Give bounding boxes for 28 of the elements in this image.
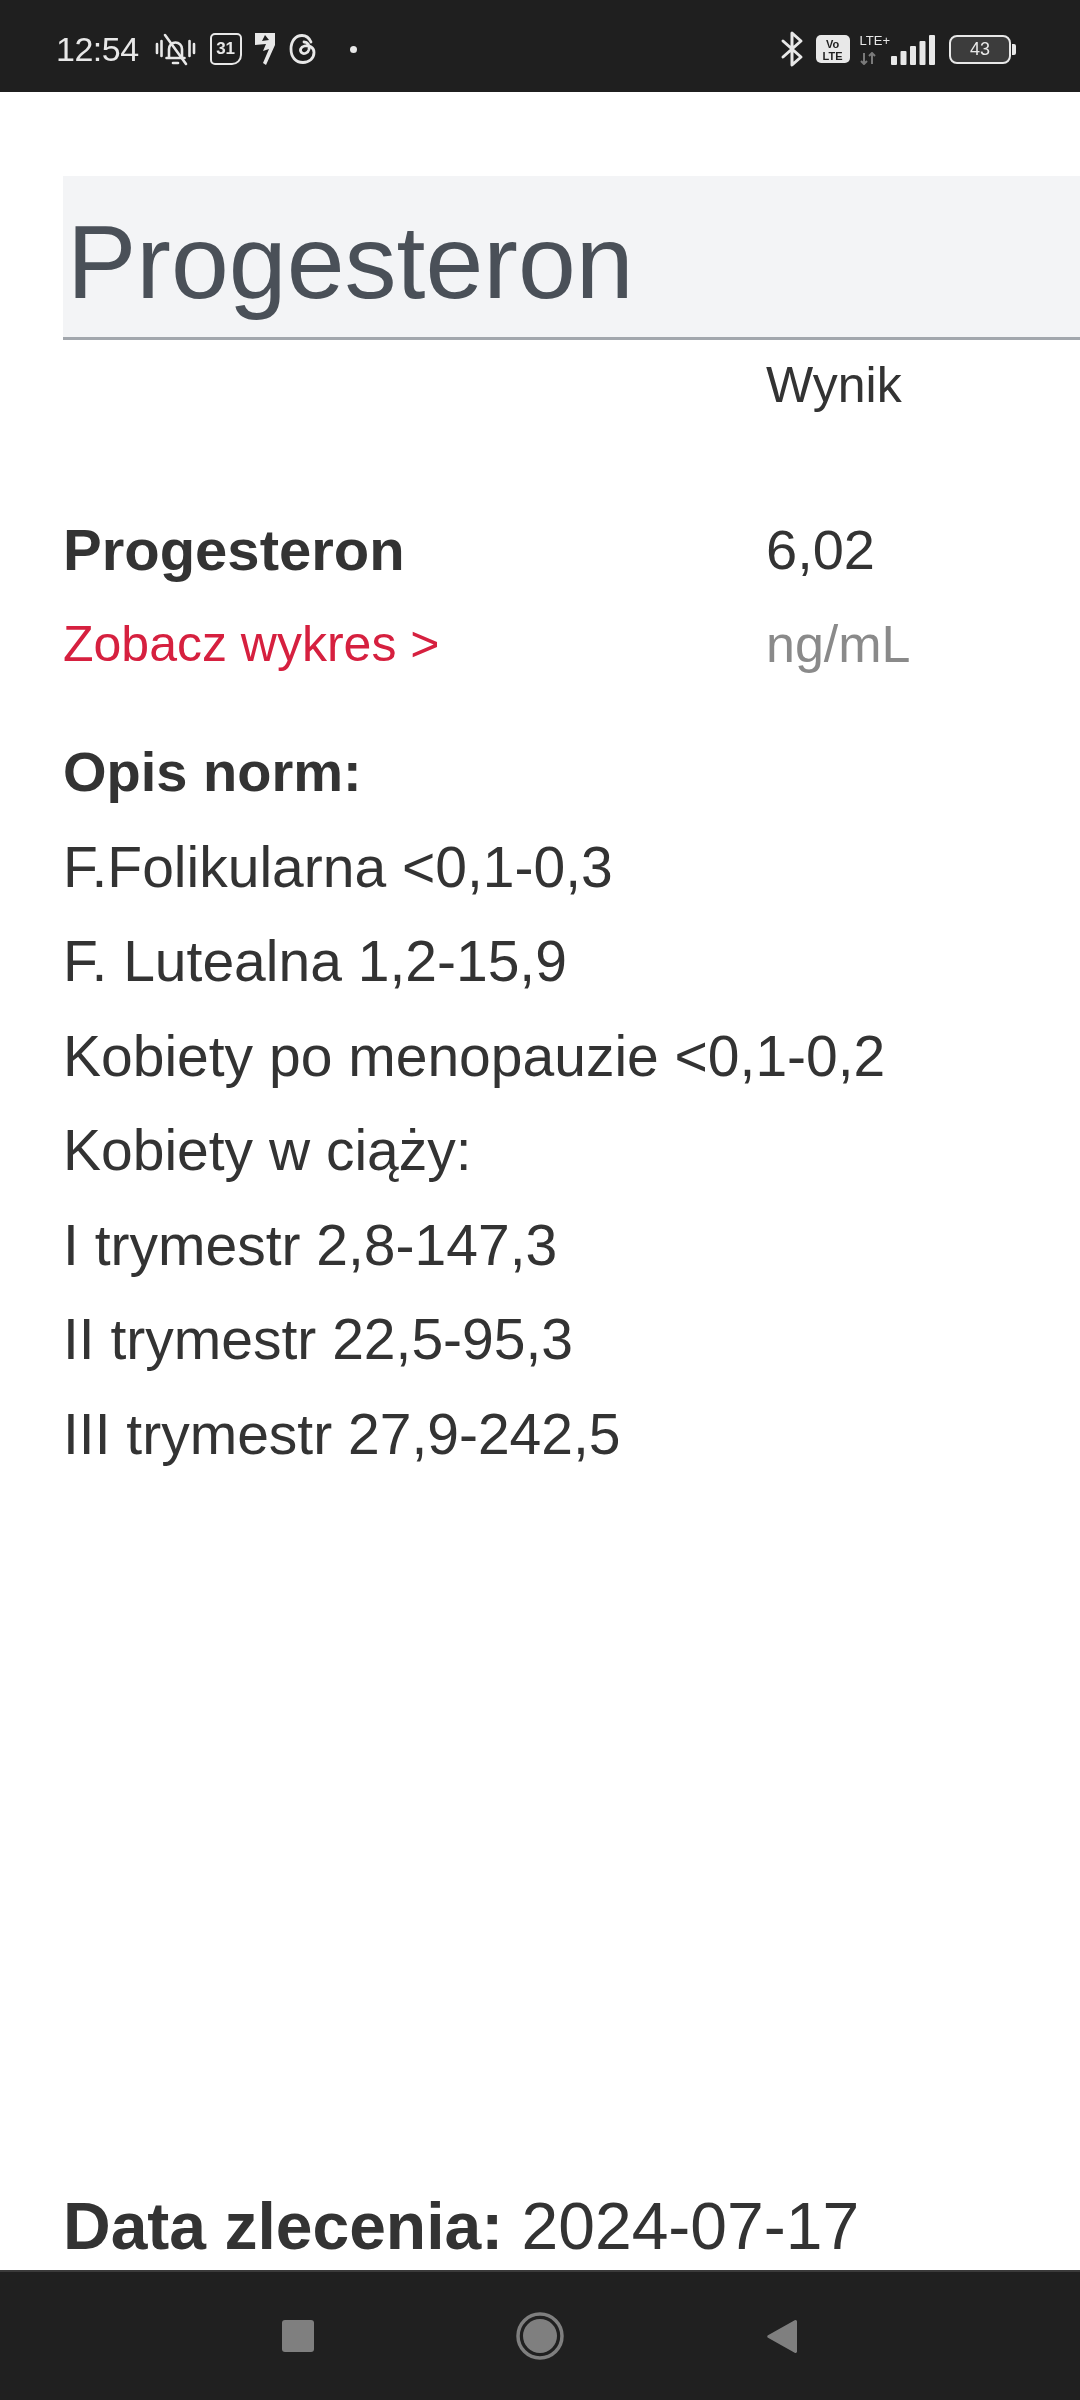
calendar-day: 31	[209, 33, 242, 65]
reference-range: Kobiety w ciąży:	[63, 1117, 472, 1184]
notification-dot-icon	[349, 45, 357, 53]
chart-link[interactable]: Zobacz wykres >	[63, 614, 440, 674]
result-unit: ng/mL	[766, 614, 911, 674]
column-heading: Wynik	[766, 356, 902, 415]
reference-heading: Opis norm:	[63, 739, 362, 805]
reference-range: III trymestr 27,9-242,5	[63, 1400, 621, 1468]
logo-icon	[253, 32, 276, 66]
recents-button[interactable]	[281, 2320, 314, 2352]
reference-range: Kobiety po menopauzie <0,1-0,2	[63, 1022, 886, 1090]
back-button[interactable]	[765, 2318, 799, 2354]
reference-range: F. Lutealna 1,2-15,9	[63, 928, 567, 995]
order-date: Data zlecenia: 2024-07-17	[63, 2188, 860, 2265]
reference-range: F.Folikularna <0,1-0,3	[63, 833, 613, 901]
result-value: 6,02	[766, 517, 875, 583]
test-name: Progesteron	[63, 516, 405, 584]
home-button[interactable]	[515, 2312, 564, 2360]
network-type: LTE+	[859, 33, 890, 48]
battery-indicator: 43	[949, 34, 1016, 64]
page-title: Progesteron	[63, 176, 1080, 340]
reference-range: I trymestr 2,8-147,3	[63, 1211, 558, 1279]
signal-bars-icon	[891, 34, 935, 65]
clock-time: 12:54	[56, 29, 139, 69]
volte-badge: Vo LTE	[815, 35, 850, 63]
data-arrows-icon	[859, 51, 876, 65]
reference-range: II trymestr 22,5-95,3	[63, 1306, 574, 1373]
at-sign-icon	[287, 33, 318, 65]
